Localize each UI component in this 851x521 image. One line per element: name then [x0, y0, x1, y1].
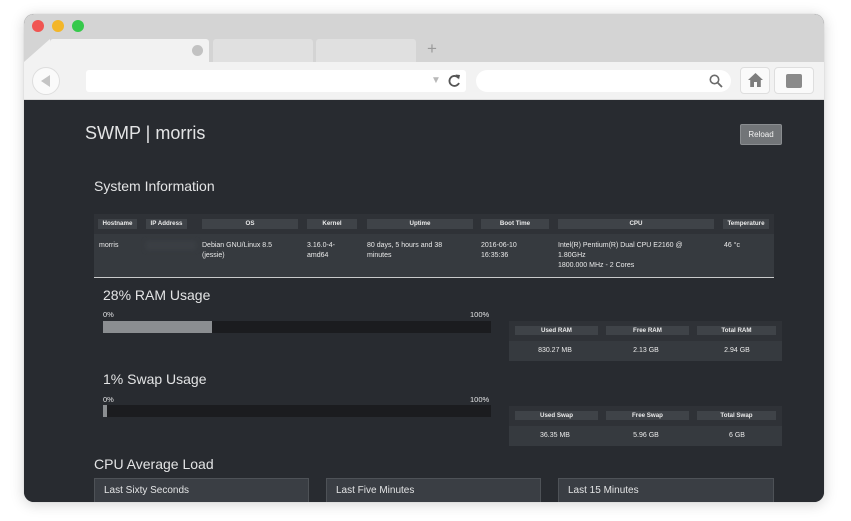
- back-button[interactable]: [32, 67, 60, 95]
- swap-bar-max-label: 100%: [470, 395, 490, 404]
- cpu-load-title: CPU Average Load: [94, 456, 214, 472]
- header-hostname: Hostname: [98, 219, 137, 229]
- system-info-row: morris Debian GNU/Linux 8.5 (jessie) 3.1…: [94, 234, 774, 277]
- cpu-load-card-5m: Last Five Minutes: [326, 478, 541, 502]
- search-bar[interactable]: [476, 70, 731, 92]
- table-divider: [94, 277, 774, 278]
- cpu-value: Intel(R) Pentium(R) Dual CPU E2160 @ 1.8…: [558, 242, 683, 269]
- browser-tab[interactable]: [316, 39, 416, 62]
- free-swap-value: 5.96 GB: [633, 432, 659, 439]
- ip-address-value-redacted: [146, 241, 196, 250]
- cpu-load-card-15m: Last 15 Minutes: [558, 478, 774, 502]
- uptime-value: 80 days, 5 hours and 38 minutes: [367, 242, 443, 259]
- browser-titlebar: +: [24, 14, 824, 62]
- header-total-ram: Total RAM: [697, 326, 776, 335]
- back-arrow-icon: [41, 75, 50, 87]
- browser-tab[interactable]: [213, 39, 313, 62]
- ram-bar-min-label: 0%: [103, 310, 114, 319]
- header-boot-time: Boot Time: [481, 219, 549, 229]
- swap-bar-min-label: 0%: [103, 395, 114, 404]
- header-total-swap: Total Swap: [697, 411, 776, 420]
- header-kernel: Kernel: [307, 219, 357, 229]
- swap-usage-title: 1% Swap Usage: [103, 371, 207, 387]
- header-uptime: Uptime: [367, 219, 473, 229]
- maximize-window-button[interactable]: [72, 20, 84, 32]
- close-window-button[interactable]: [32, 20, 44, 32]
- swap-progress-bar: [103, 405, 491, 417]
- browser-toolbar: ▼: [24, 62, 824, 100]
- browser-window: + ▼ SWMP | morris Reload System Informat…: [24, 14, 824, 502]
- ram-bar-max-label: 100%: [470, 310, 490, 319]
- system-info-header-row: Hostname IP Address OS Kernel Uptime Boo…: [94, 214, 774, 234]
- temperature-value: 46 °c: [724, 242, 741, 249]
- new-tab-button[interactable]: +: [427, 38, 437, 60]
- browser-tab-active[interactable]: [50, 39, 209, 62]
- hostname-value: morris: [99, 242, 119, 249]
- minimize-window-button[interactable]: [52, 20, 64, 32]
- header-used-swap: Used Swap: [515, 411, 598, 420]
- system-info-title: System Information: [94, 178, 215, 194]
- swap-table-header: Used Swap Free Swap Total Swap: [509, 406, 782, 426]
- os-value: Debian GNU/Linux 8.5 (jessie): [202, 242, 273, 259]
- tab-close-icon[interactable]: [192, 45, 203, 56]
- system-info-table: Hostname IP Address OS Kernel Uptime Boo…: [94, 214, 774, 278]
- ram-usage-title: 28% RAM Usage: [103, 287, 211, 303]
- page-title: SWMP | morris: [85, 123, 206, 143]
- used-ram-value: 830.27 MB: [538, 347, 572, 354]
- tab-corner: [24, 39, 50, 62]
- header-os: OS: [202, 219, 298, 229]
- ram-table-header: Used RAM Free RAM Total RAM: [509, 321, 782, 341]
- ram-progress-bar: [103, 321, 491, 333]
- header-ip-address: IP Address: [146, 219, 187, 229]
- search-icon[interactable]: [709, 74, 723, 88]
- reload-icon[interactable]: [446, 72, 462, 90]
- extension-icon: [786, 74, 802, 88]
- page-content: SWMP | morris Reload System Information …: [24, 100, 824, 502]
- address-bar[interactable]: ▼: [86, 70, 466, 92]
- total-swap-value: 6 GB: [729, 432, 745, 439]
- swap-table: Used Swap Free Swap Total Swap 36.35 MB …: [509, 406, 782, 446]
- free-ram-value: 2.13 GB: [633, 347, 659, 354]
- home-button[interactable]: [740, 67, 770, 94]
- header-free-ram: Free RAM: [606, 326, 689, 335]
- total-ram-value: 2.94 GB: [724, 347, 750, 354]
- ram-progress-fill: [103, 321, 212, 333]
- reload-button[interactable]: Reload: [740, 124, 782, 145]
- swap-progress-fill: [103, 405, 107, 417]
- ram-table: Used RAM Free RAM Total RAM 830.27 MB 2.…: [509, 321, 782, 361]
- dropdown-caret-icon[interactable]: ▼: [431, 72, 441, 90]
- ram-table-row: 830.27 MB 2.13 GB 2.94 GB: [509, 341, 782, 361]
- boot-time-value: 2016-06-10 16:35:36: [481, 242, 517, 259]
- header-temperature: Temperature: [723, 219, 769, 229]
- cpu-load-card-60s: Last Sixty Seconds: [94, 478, 309, 502]
- header-free-swap: Free Swap: [606, 411, 689, 420]
- home-icon: [748, 73, 763, 87]
- header-cpu: CPU: [558, 219, 714, 229]
- swap-table-row: 36.35 MB 5.96 GB 6 GB: [509, 426, 782, 446]
- used-swap-value: 36.35 MB: [540, 432, 570, 439]
- kernel-value: 3.16.0-4- amd64: [307, 242, 336, 259]
- header-used-ram: Used RAM: [515, 326, 598, 335]
- extension-button[interactable]: [774, 67, 814, 94]
